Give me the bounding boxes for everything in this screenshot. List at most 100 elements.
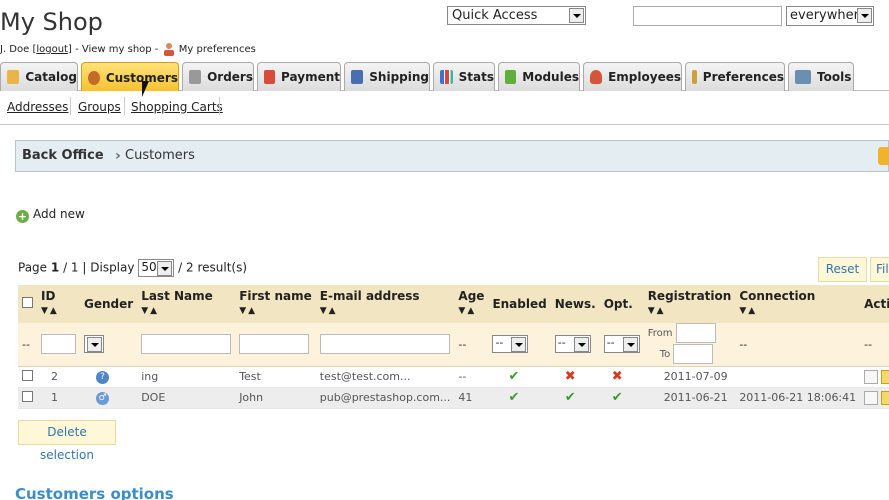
page-sep: / 1 | Display [63, 260, 135, 275]
reset-button[interactable]: Reset [818, 257, 867, 282]
sort-arrows-icon[interactable]: ▼▲ [648, 307, 732, 316]
col-actions-label: Actions [864, 297, 889, 311]
col-id-label: ID [41, 289, 56, 303]
folder-icon [7, 70, 20, 84]
edit-icon[interactable] [881, 390, 889, 405]
user-sep: - [151, 44, 162, 55]
check-icon[interactable]: ✔ [508, 369, 519, 384]
chevron-down-icon [622, 337, 638, 353]
tab-catalog[interactable]: Catalog [0, 62, 78, 91]
user-mid: ] - [67, 44, 82, 55]
delete-selection-button[interactable]: Delete selection [18, 420, 116, 462]
card-icon [264, 70, 276, 84]
puzzle-icon [505, 70, 517, 84]
email-filter-input[interactable] [319, 334, 450, 355]
table-row[interactable]: 1 ♂ DOE John pub@prestashop.com... 41 ✔ … [18, 387, 889, 409]
pagination: Page 1 / 1 | Display 50 / 2 result(s) [18, 259, 247, 277]
row-checkbox[interactable] [22, 390, 33, 402]
cross-icon[interactable]: ✖ [612, 369, 623, 384]
tab-preferences[interactable]: Preferences [685, 62, 785, 91]
logout-link[interactable]: logout [36, 44, 68, 55]
last-name-filter-input[interactable] [141, 334, 232, 355]
tab-customers[interactable]: Customers [81, 62, 179, 92]
check-icon[interactable]: ✔ [565, 390, 576, 405]
first-name-cell: Test [235, 366, 316, 388]
filter-cell [37, 323, 80, 367]
optin-filter-value: -- [606, 336, 615, 350]
sort-arrows-icon[interactable]: ▼▲ [320, 307, 451, 316]
col-optin: Opt. [599, 285, 644, 323]
tab-orders[interactable]: Orders [182, 62, 254, 91]
filter-button[interactable]: Filter [870, 257, 889, 282]
cart-icon [189, 70, 202, 84]
tab-label: Catalog [25, 70, 77, 84]
registration-to-input[interactable] [673, 344, 714, 365]
view-icon[interactable] [864, 369, 879, 384]
col-connection-label: Connection [739, 289, 816, 303]
enabled-filter-select[interactable]: -- [492, 335, 529, 354]
employee-icon [162, 42, 176, 56]
sort-arrows-icon[interactable]: ▼▲ [458, 307, 484, 316]
display-count-select[interactable]: 50 [138, 259, 175, 277]
optin-cell: ✔ [599, 387, 644, 409]
wrench-icon [795, 70, 811, 84]
sort-arrows-icon[interactable]: ▼▲ [239, 307, 312, 316]
enabled-filter-value: -- [495, 336, 504, 350]
view-shop-link[interactable]: View my shop [82, 44, 152, 55]
row-checkbox[interactable] [22, 369, 33, 381]
optin-cell: ✖ [599, 366, 644, 388]
sort-arrows-icon[interactable]: ▼▲ [41, 307, 76, 316]
filter-cell: -- [18, 323, 37, 367]
chevron-down-icon [569, 8, 584, 23]
chevron-down-icon [511, 337, 527, 353]
gender-filter-select[interactable] [84, 335, 104, 354]
unknown-gender-icon: ? [96, 371, 109, 384]
filter-cell: -- [454, 323, 489, 367]
cross-icon[interactable]: ✖ [565, 369, 576, 384]
check-icon[interactable]: ✔ [508, 390, 519, 405]
sub-nav: Addresses Groups Shopping Carts [0, 91, 889, 125]
customers-table: ID ▼▲ Gender Last Name ▼▲ First name ▼▲ E-m… [18, 285, 889, 409]
select-all-checkbox[interactable] [22, 297, 33, 308]
main-tabs: Catalog Customers Orders Payment Shippin… [0, 62, 889, 92]
col-email-label: E-mail address [319, 289, 420, 303]
chevron-right-icon: › [115, 148, 121, 164]
col-actions: Actions [860, 285, 889, 323]
subnav-addresses[interactable]: Addresses [7, 100, 68, 114]
col-first-name-label: First name [239, 289, 312, 303]
col-registration: Registration ▼▲ [643, 285, 736, 323]
tab-employees[interactable]: Employees [583, 62, 682, 91]
edit-icon[interactable] [881, 369, 889, 384]
search-input[interactable] [633, 6, 782, 26]
subnav-groups[interactable]: Groups [78, 100, 121, 114]
tab-label: Orders [207, 70, 253, 84]
tab-shipping[interactable]: Shipping [344, 62, 430, 91]
sort-arrows-icon[interactable]: ▼▲ [141, 307, 231, 316]
my-preferences-link[interactable]: My preferences [179, 44, 256, 55]
search-scope-select[interactable]: everywhere [786, 6, 874, 26]
id-filter-input[interactable] [41, 334, 76, 355]
check-icon[interactable]: ✔ [612, 390, 623, 405]
table-row[interactable]: 2 ? ing Test test@test.com... -- ✔ ✖ ✖ 2… [18, 366, 889, 388]
tab-payment[interactable]: Payment [257, 62, 341, 91]
first-name-filter-input[interactable] [239, 334, 310, 355]
add-new-button[interactable]: + Add new [16, 207, 85, 223]
registration-from-input[interactable] [675, 323, 716, 344]
bar-chart-icon [440, 70, 453, 84]
tab-tools[interactable]: Tools [788, 62, 854, 91]
divider [219, 97, 220, 115]
breadcrumb-root[interactable]: Back Office [22, 148, 104, 163]
tab-stats[interactable]: Stats [433, 62, 495, 91]
newsletter-filter-select[interactable]: -- [554, 335, 591, 354]
tab-label: Modules [522, 70, 579, 84]
tab-modules[interactable]: Modules [498, 62, 580, 91]
shop-title: My Shop [0, 8, 103, 36]
subnav-shopping-carts[interactable]: Shopping Carts [131, 100, 223, 114]
quick-access-select[interactable]: Quick Access [447, 6, 586, 25]
employee-icon [590, 70, 603, 84]
view-icon[interactable] [864, 390, 879, 405]
sort-arrows-icon[interactable]: ▼▲ [739, 307, 856, 316]
optin-filter-select[interactable]: -- [603, 335, 640, 354]
registration-cell: 2011-07-09 [643, 366, 736, 388]
col-newsletter: News. [550, 285, 600, 323]
